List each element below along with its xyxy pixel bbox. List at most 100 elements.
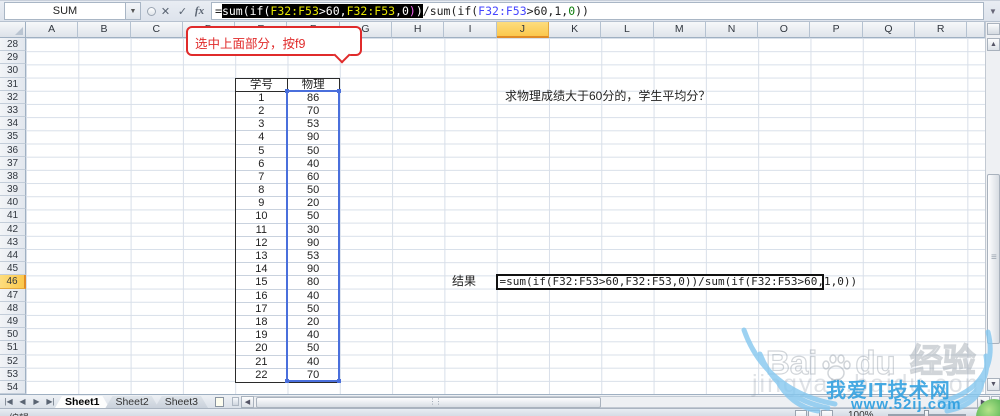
table-cell[interactable]: 20 — [287, 316, 339, 330]
column-header-M[interactable]: M — [653, 22, 706, 38]
table-cell[interactable]: 7 — [236, 170, 288, 185]
row-header-32[interactable]: 32 — [0, 90, 26, 104]
tab-splitter[interactable] — [232, 397, 239, 406]
table-cell[interactable]: 17 — [236, 302, 288, 316]
column-header-P[interactable]: P — [810, 22, 863, 38]
column-header-R[interactable]: R — [915, 22, 968, 38]
row-header-41[interactable]: 41 — [0, 209, 26, 223]
active-cell-formula[interactable]: =sum(if(F32:F53>60,F32:F53,0))/sum(if(F3… — [495, 273, 857, 291]
scroll-left-icon[interactable]: ◀ — [241, 395, 254, 408]
column-header-J[interactable]: J — [496, 22, 549, 38]
sheet-tab-sheet2[interactable]: Sheet2 — [105, 396, 158, 408]
table-cell[interactable]: 70 — [287, 105, 339, 119]
normal-view-button[interactable] — [795, 410, 807, 416]
scrollbar-splitter[interactable] — [991, 395, 1000, 408]
table-cell[interactable]: 50 — [287, 342, 339, 356]
cancel-button[interactable]: ✕ — [158, 3, 173, 19]
row-header-45[interactable]: 45 — [0, 262, 26, 276]
row-header-31[interactable]: 31 — [0, 77, 26, 91]
row-header-38[interactable]: 38 — [0, 169, 26, 184]
table-cell[interactable]: 50 — [287, 303, 339, 316]
column-header-K[interactable]: K — [548, 22, 602, 38]
table-cell[interactable]: 86 — [287, 92, 339, 105]
insert-worksheet-button[interactable] — [208, 395, 230, 408]
table-cell[interactable]: 9 — [236, 197, 288, 211]
horizontal-scroll-thumb[interactable] — [256, 396, 601, 408]
table-cell[interactable]: 40 — [287, 290, 339, 303]
row-header-53[interactable]: 53 — [0, 367, 26, 381]
row-header-49[interactable]: 49 — [0, 314, 26, 329]
table-cell[interactable]: 70 — [288, 369, 339, 382]
row-header-54[interactable]: 54 — [0, 380, 26, 395]
row-header-29[interactable]: 29 — [0, 51, 26, 65]
table-cell[interactable]: 10 — [236, 210, 288, 224]
name-box-dropdown-icon[interactable]: ▼ — [126, 2, 141, 20]
name-box[interactable]: SUM — [4, 2, 126, 20]
horizontal-scroll-track[interactable] — [254, 395, 977, 408]
table-cell[interactable]: 40 — [287, 329, 339, 343]
table-cell[interactable]: 8 — [236, 184, 288, 198]
scroll-down-icon[interactable]: ▼ — [987, 378, 1000, 391]
sheet-tab-sheet1[interactable]: Sheet1 — [55, 396, 109, 408]
table-cell[interactable]: 6 — [236, 157, 288, 171]
table-cell[interactable]: 20 — [287, 197, 339, 211]
page-layout-view-button[interactable] — [808, 410, 820, 416]
table-cell[interactable]: 1 — [236, 91, 288, 105]
row-header-39[interactable]: 39 — [0, 183, 26, 197]
table-cell[interactable]: 53 — [287, 250, 339, 264]
column-header-L[interactable]: L — [601, 22, 654, 38]
row-header-50[interactable]: 50 — [0, 328, 26, 342]
table-cell[interactable]: 12 — [236, 236, 288, 251]
row-header-46[interactable]: 46 — [0, 275, 26, 289]
column-header-B[interactable]: B — [78, 22, 131, 38]
row-header-42[interactable]: 42 — [0, 222, 26, 236]
row-header-40[interactable]: 40 — [0, 196, 26, 210]
row-header-37[interactable]: 37 — [0, 156, 26, 170]
select-all-corner[interactable] — [0, 22, 26, 38]
table-cell[interactable]: 14 — [236, 263, 288, 277]
table-cell[interactable]: 80 — [287, 276, 339, 290]
table-cell[interactable]: 50 — [287, 210, 339, 224]
scroll-up-icon[interactable]: ▲ — [987, 38, 1000, 51]
formula-bar-expand-icon[interactable]: ▼ — [986, 7, 1000, 16]
column-header-I[interactable]: I — [444, 22, 497, 38]
vertical-split-box[interactable] — [987, 23, 1000, 35]
table-cell[interactable]: 90 — [287, 263, 339, 277]
row-header-34[interactable]: 34 — [0, 117, 26, 131]
table-cell[interactable]: 40 — [287, 356, 339, 369]
table-cell[interactable]: 50 — [287, 184, 339, 198]
last-sheet-icon[interactable]: ▶| — [45, 397, 56, 406]
table-cell[interactable]: 30 — [287, 224, 339, 237]
table-cell[interactable]: 3 — [236, 118, 288, 132]
column-header-partial[interactable] — [967, 22, 986, 38]
student-score-table[interactable]: 学号 物理 1 86 2 70 3 53 4 90 5 50 6 40 7 60 8 50 9 20 10 50 11 30 1… — [235, 77, 340, 383]
column-header-O[interactable]: O — [758, 22, 811, 38]
table-cell[interactable]: 50 — [287, 145, 339, 158]
row-header-43[interactable]: 43 — [0, 235, 26, 249]
vertical-scroll-thumb[interactable] — [987, 174, 1000, 344]
table-cell[interactable]: 2 — [236, 104, 288, 119]
enter-button[interactable]: ✓ — [175, 3, 190, 19]
sheet-tab-sheet3[interactable]: Sheet3 — [155, 396, 208, 408]
insert-function-button[interactable]: fx — [192, 3, 207, 19]
row-header-52[interactable]: 52 — [0, 354, 26, 368]
table-cell[interactable]: 5 — [236, 144, 288, 158]
table-cell[interactable]: 16 — [236, 289, 288, 303]
table-cell[interactable]: 40 — [287, 158, 339, 171]
column-header-A[interactable]: A — [26, 22, 79, 38]
row-header-47[interactable]: 47 — [0, 288, 26, 302]
row-header-36[interactable]: 36 — [0, 143, 26, 157]
table-cell[interactable]: 21 — [236, 355, 288, 369]
row-header-35[interactable]: 35 — [0, 130, 26, 144]
table-cell[interactable]: 13 — [236, 250, 288, 264]
table-cell[interactable]: 90 — [287, 237, 339, 251]
table-cell[interactable]: 11 — [236, 223, 288, 237]
column-header-C[interactable]: C — [130, 22, 183, 38]
table-cell[interactable]: 18 — [236, 315, 288, 330]
column-header-N[interactable]: N — [705, 22, 759, 38]
table-cell[interactable]: 4 — [236, 131, 288, 145]
scroll-right-icon[interactable]: ▶ — [977, 395, 990, 408]
column-header-Q[interactable]: Q — [862, 22, 916, 38]
vertical-scrollbar[interactable]: ▲ ▼ — [985, 22, 1000, 394]
row-header-44[interactable]: 44 — [0, 249, 26, 263]
